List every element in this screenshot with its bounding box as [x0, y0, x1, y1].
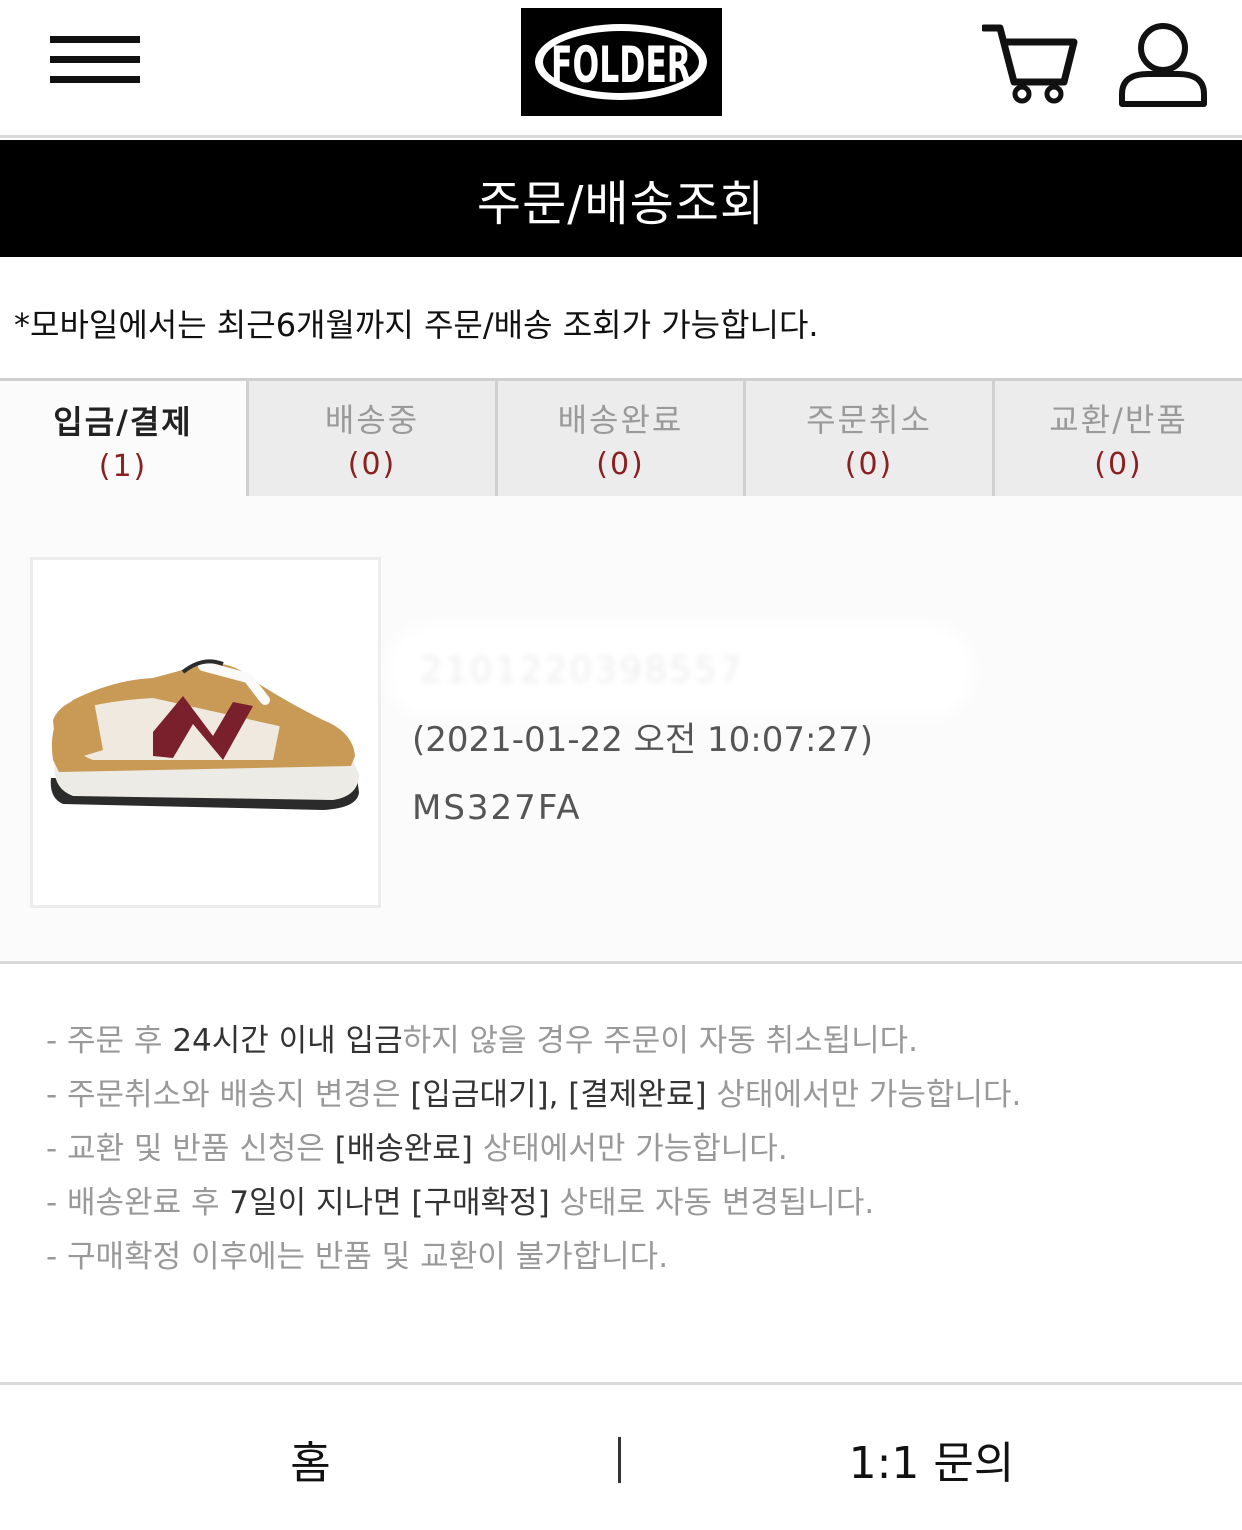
order-number-text: 2101220398557 — [420, 650, 744, 691]
info-item: - 교환 및 반품 신청은 [배송완료] 상태에서만 가능합니다. — [46, 1122, 1021, 1176]
info-text: - 교환 및 반품 신청은 — [46, 1131, 335, 1167]
tab-cancelled[interactable]: 주문취소 (0) — [743, 381, 992, 499]
info-highlight: 7일이 지나면 [구매확정] — [229, 1185, 550, 1221]
info-text: - 주문취소와 배송지 변경은 — [46, 1077, 411, 1113]
top-header: FOLDER — [0, 0, 1242, 138]
tab-count: (0) — [844, 447, 894, 482]
tab-count: (0) — [596, 447, 645, 482]
tab-label: 배송완료 — [557, 401, 684, 439]
tab-label: 교환/반품 — [1049, 401, 1188, 439]
folder-logo[interactable]: FOLDER — [521, 8, 722, 116]
bottom-footer: 홈 1:1 문의 — [0, 1382, 1242, 1530]
info-text: 하지 않을 경우 주문이 자동 취소됩니다. — [402, 1023, 919, 1059]
order-list: 2101220398557 (2021-01-22 오전 10:07:27) M… — [0, 496, 1242, 964]
info-text: 상태에서만 가능합니다. — [706, 1077, 1022, 1113]
home-link[interactable]: 홈 — [0, 1385, 621, 1530]
svg-text:FOLDER: FOLDER — [551, 36, 691, 94]
tab-delivered[interactable]: 배송완료 (0) — [495, 381, 743, 499]
info-item: - 주문취소와 배송지 변경은 [입금대기], [결제완료] 상태에서만 가능합… — [46, 1068, 1021, 1122]
info-item: - 배송완료 후 7일이 지나면 [구매확정] 상태로 자동 변경됩니다. — [46, 1176, 1021, 1230]
info-text: - 주문 후 — [46, 1023, 173, 1059]
info-highlight: 24시간 이내 입금 — [172, 1023, 403, 1059]
tab-label: 배송중 — [324, 401, 420, 439]
tab-label: 주문취소 — [806, 401, 932, 439]
tab-label: 입금/결제 — [53, 402, 193, 441]
order-date: (2021-01-22 오전 10:07:27) — [412, 720, 873, 760]
tab-exchange-return[interactable]: 교환/반품 (0) — [992, 381, 1242, 499]
info-text: 상태로 자동 변경됩니다. — [549, 1185, 875, 1221]
info-text: - 배송완료 후 — [46, 1185, 230, 1221]
order-info-list: - 주문 후 24시간 이내 입금하지 않을 경우 주문이 자동 취소됩니다. … — [46, 1014, 1021, 1284]
order-status-tabs: 입금/결제 (1) 배송중 (0) 배송완료 (0) 주문취소 (0) 교환/반… — [0, 378, 1242, 499]
info-highlight: [입금대기], [결제완료] — [410, 1077, 707, 1113]
inquiry-link[interactable]: 1:1 문의 — [621, 1385, 1242, 1530]
tab-count: (1) — [98, 448, 148, 484]
product-image[interactable] — [30, 557, 381, 908]
tab-count: (0) — [1094, 447, 1143, 482]
tab-shipping[interactable]: 배송중 (0) — [246, 381, 495, 499]
info-text: 상태에서만 가능합니다. — [472, 1131, 788, 1167]
cart-icon[interactable] — [980, 22, 1078, 104]
tab-payment[interactable]: 입금/결제 (1) — [0, 381, 246, 499]
tab-count: (0) — [347, 447, 397, 482]
hamburger-icon[interactable] — [50, 36, 140, 88]
page-title: 주문/배송조회 — [476, 175, 766, 232]
info-text: - 구매확정 이후에는 반품 및 교환이 불가합니다. — [46, 1239, 669, 1275]
info-highlight: [배송완료] — [334, 1131, 473, 1167]
user-icon[interactable] — [1118, 22, 1208, 108]
page-title-bar: 주문/배송조회 — [0, 140, 1242, 257]
product-model: MS327FA — [412, 788, 582, 828]
order-number[interactable]: 2101220398557 — [400, 636, 960, 706]
info-item: - 구매확정 이후에는 반품 및 교환이 불가합니다. — [46, 1230, 1021, 1284]
sneaker-image — [50, 659, 359, 810]
info-item: - 주문 후 24시간 이내 입금하지 않을 경우 주문이 자동 취소됩니다. — [46, 1014, 1021, 1068]
notice-text: *모바일에서는 최근6개월까지 주문/배송 조회가 가능합니다. — [14, 306, 819, 344]
